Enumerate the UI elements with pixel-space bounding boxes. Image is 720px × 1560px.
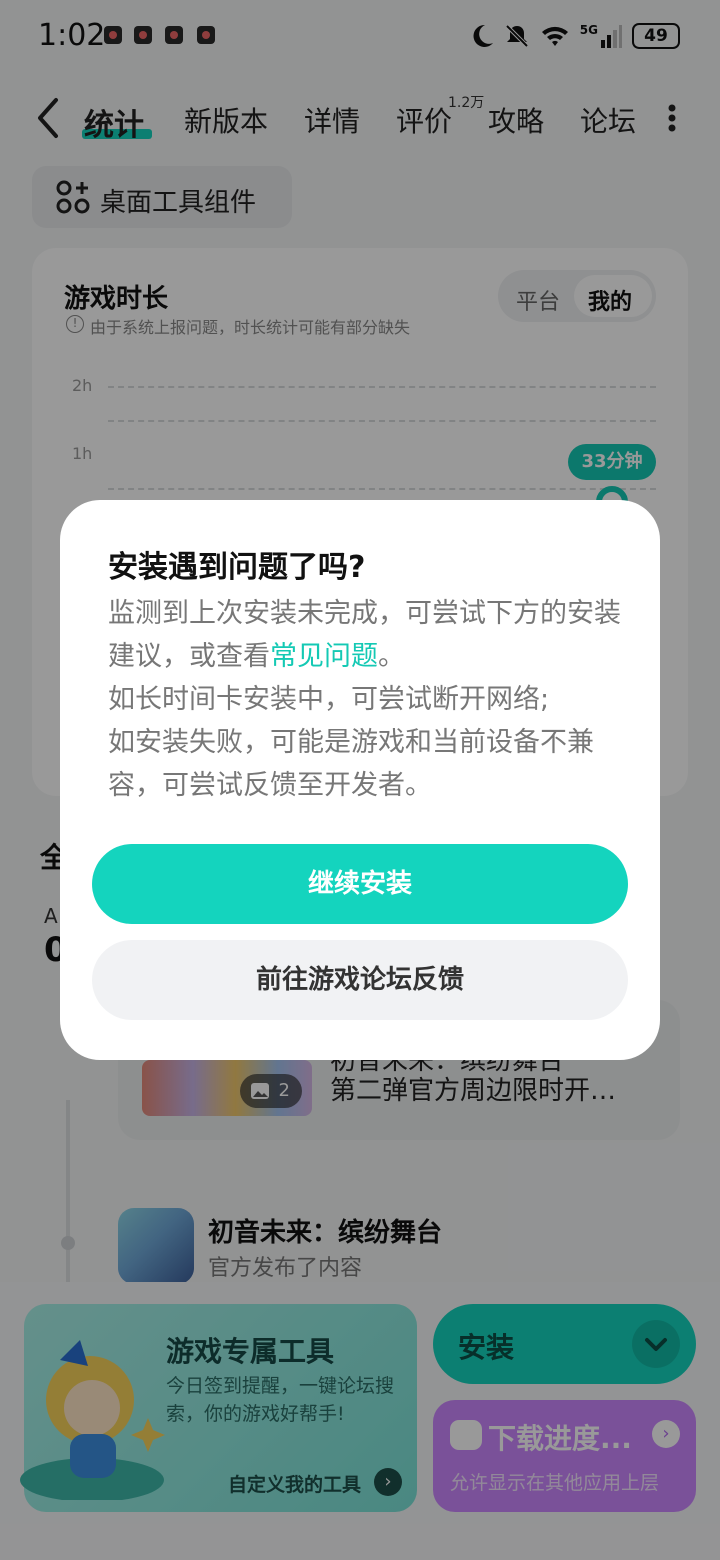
dialog-text: 如长时间卡安装中，可尝试断开网络; xyxy=(108,684,550,715)
forum-feedback-button[interactable]: 前往游戏论坛反馈 xyxy=(92,940,628,1020)
continue-install-button[interactable]: 继续安装 xyxy=(92,844,628,924)
faq-link[interactable]: 常见问题 xyxy=(270,641,378,672)
dialog-body: 监测到上次安装未完成，可尝试下方的安装建议，或查看常见问题。 如长时间卡安装中，… xyxy=(108,592,628,807)
dialog-text: 如安装失败，可能是游戏和当前设备不兼容，可尝试反馈至开发者。 xyxy=(108,727,594,801)
dialog-text: 。 xyxy=(378,641,405,672)
dialog-title: 安装遇到问题了吗? xyxy=(108,550,366,585)
